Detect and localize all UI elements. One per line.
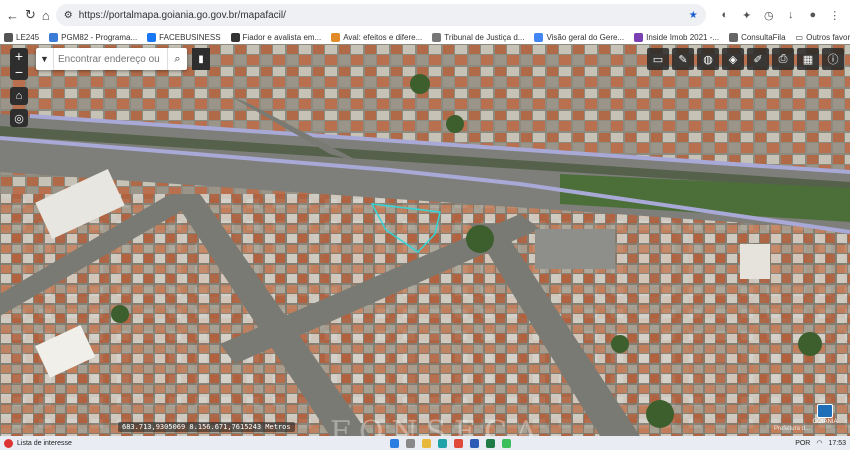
bookmark-label: ConsultaFila [741, 32, 786, 42]
bookmark-item[interactable]: Fiador e avalista em... [230, 32, 322, 42]
attribution: Prefeitura d... [773, 426, 810, 432]
logo-text: GOIÂNIA [812, 419, 838, 425]
bookmark-favicon-icon [729, 32, 739, 42]
bookmark-favicon-icon [634, 32, 644, 42]
bookmark-label: Tribunal de Justiça d... [444, 32, 525, 42]
bookmark-label: Inside Imob 2021 -... [646, 32, 720, 42]
language-indicator[interactable]: POR [795, 440, 810, 447]
bookmark-item[interactable]: Aval: efeitos e difere... [331, 32, 423, 42]
url-text: https://portalmapa.goiania.go.gov.br/map… [78, 9, 286, 21]
locate-button[interactable]: ◎ [10, 109, 28, 127]
info-icon[interactable]: ⓘ [822, 48, 844, 70]
bookmark-favicon-icon [147, 32, 157, 42]
bookmark-item[interactable]: Tribunal de Justiça d... [432, 32, 525, 42]
taskbar: Lista de interesse POR ◠ 17:53 [0, 436, 850, 450]
profile-icon[interactable]: ● [806, 8, 820, 22]
star-icon[interactable]: ★ [689, 10, 698, 21]
bookmark-favicon-icon [230, 32, 240, 42]
bookmark-favicon-icon [49, 32, 59, 42]
url-bar[interactable]: ⚙ https://portalmapa.goiania.go.gov.br/m… [55, 4, 706, 26]
zoom-in-button[interactable]: + [10, 48, 28, 64]
history-icon[interactable]: ◷ [762, 8, 776, 22]
city-logo: GOIÂNIA [810, 404, 840, 430]
watermark: FONSECA [330, 415, 545, 436]
widget-label[interactable]: Lista de interesse [17, 440, 72, 447]
bookmark-item[interactable]: FACEBUSINESS [147, 32, 221, 42]
pencil-icon[interactable]: ✎ [672, 48, 694, 70]
widget-icon[interactable] [4, 438, 13, 448]
clock[interactable]: 17:53 [828, 440, 846, 447]
home-icon: ⌂ [15, 90, 23, 102]
bookmark-label: FACEBUSINESS [159, 32, 221, 42]
bookmark-label: Visão geral do Gere... [546, 32, 625, 42]
excel-icon[interactable] [486, 438, 495, 448]
edge-icon[interactable] [438, 438, 447, 448]
book-icon[interactable]: ▮ [192, 48, 210, 70]
browser-address-bar: ← ↻ ⌂ ⚙ https://portalmapa.goiania.go.go… [0, 0, 850, 30]
wifi-icon[interactable]: ◠ [816, 439, 822, 447]
home-icon[interactable]: ⌂ [42, 6, 50, 24]
bookmarks-bar: LE245 PGM82 - Programa... FACEBUSINESS Fiad… [0, 30, 850, 44]
print-icon[interactable]: ⎙ [772, 48, 794, 70]
bookmark-label: LE245 [16, 32, 40, 42]
puzzle-icon[interactable]: ✦ [740, 8, 754, 22]
bookmark-label: PGM82 - Programa... [61, 32, 138, 42]
bookmark-favicon-icon [4, 32, 13, 42]
grid-icon[interactable]: ▦ [797, 48, 819, 70]
word-icon[interactable] [470, 438, 479, 448]
bookmark-label: Fiador e avalista em... [242, 32, 322, 42]
search-input[interactable] [54, 49, 167, 69]
bookmark-item[interactable]: PGM82 - Programa... [49, 32, 138, 42]
reload-icon[interactable]: ↻ [25, 6, 36, 24]
map-toolbar: ▭ ✎ ◍ ◈ ✐ ⎙ ▦ ⓘ [647, 48, 844, 70]
default-extent-button[interactable]: ⌂ [10, 87, 28, 105]
bookmark-favicon-icon [534, 32, 544, 42]
menu-icon[interactable]: ⋮ [828, 8, 842, 22]
search-taskbar-icon[interactable] [406, 438, 415, 448]
chrome-icon[interactable] [454, 438, 463, 448]
folder-icon: ▭ [795, 32, 804, 42]
layers-icon[interactable]: ◈ [722, 48, 744, 70]
bookmark-favicon-icon [331, 32, 341, 42]
aerial-imagery[interactable] [0, 44, 850, 436]
windows-icon[interactable] [390, 438, 399, 448]
bookmark-item[interactable]: Inside Imob 2021 -... [634, 32, 720, 42]
bookmark-favicon-icon [432, 32, 442, 42]
bookmark-item[interactable]: Visão geral do Gere... [534, 32, 625, 42]
other-bookmarks[interactable]: ▭Outros favoritos [796, 33, 850, 42]
coordinates-readout: 683.713,9305069 8.156.671,7615243 Metros [118, 422, 295, 432]
city-seal-icon [817, 404, 833, 418]
whatsapp-icon[interactable] [502, 438, 511, 448]
comment-icon[interactable]: ▭ [647, 48, 669, 70]
bookmark-label: Aval: efeitos e difere... [343, 32, 423, 42]
globe-icon[interactable]: ◍ [697, 48, 719, 70]
search-widget: ▼ ⌕ [36, 48, 187, 70]
zoom-control: + − [10, 48, 28, 80]
chevron-down-icon[interactable]: ▼ [36, 48, 54, 70]
extension-icon[interactable]: ◐ [718, 8, 732, 22]
bookmark-item[interactable]: ConsultaFila [729, 32, 786, 42]
map-view[interactable]: + − ⌂ ◎ ▼ ⌕ ▮ ▭ ✎ ◍ ◈ ✐ ⎙ ▦ ⓘ 683.713,93… [0, 44, 850, 436]
bookmark-item[interactable]: LE245 [4, 32, 40, 42]
other-bookmarks-label: Outros favoritos [806, 32, 850, 42]
edit-icon[interactable]: ✐ [747, 48, 769, 70]
search-icon[interactable]: ⌕ [167, 48, 187, 70]
locate-icon: ◎ [14, 112, 24, 125]
site-info-icon[interactable]: ⚙ [64, 10, 73, 21]
download-icon[interactable]: ↓ [784, 8, 798, 22]
explorer-icon[interactable] [422, 438, 431, 448]
zoom-out-button[interactable]: − [10, 64, 28, 80]
back-icon[interactable]: ← [6, 6, 19, 24]
